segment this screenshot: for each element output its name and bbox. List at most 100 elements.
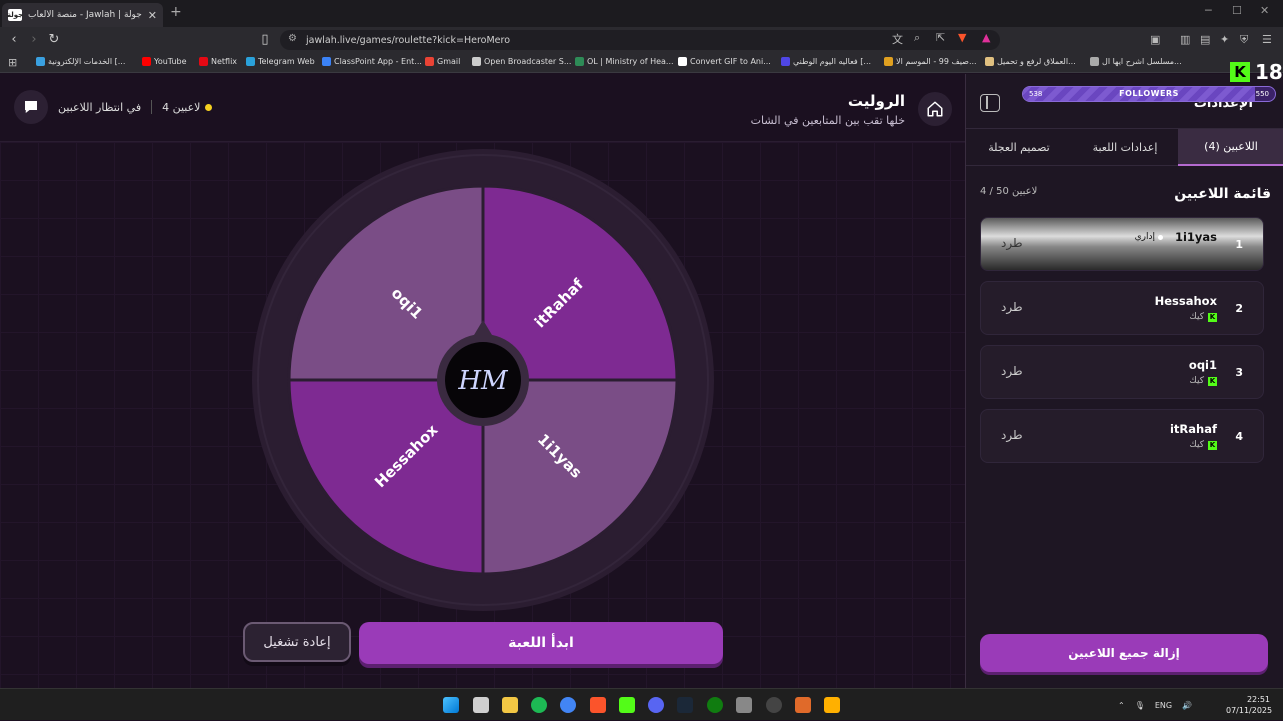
bookmark-label: فعاليه اليوم الوطني [... [793, 57, 872, 66]
bookmark-favicon-icon [575, 57, 584, 66]
bookmark-label: مسلسل اشرح ايها ال... [1102, 57, 1182, 66]
bookmark-label: YouTube [154, 57, 187, 66]
bookmark-label: Telegram Web [258, 57, 315, 66]
bookmark-favicon-icon [884, 57, 893, 66]
bookmark-item[interactable]: مسلسل اشرح ايها ال... [1090, 57, 1182, 66]
bookmark-item[interactable]: YouTube [142, 57, 187, 66]
close-tab-icon[interactable]: ✕ [148, 9, 157, 22]
wallet-icon[interactable]: ▤ [1200, 33, 1210, 46]
microphone-icon[interactable]: 🎙 [1135, 701, 1145, 710]
tab-players[interactable]: اللاعبين (4) [1178, 129, 1283, 166]
app-icon[interactable] [795, 697, 811, 713]
kick-viewer-count: 18 [1255, 60, 1283, 84]
bookmark-item[interactable]: Convert GIF to Ani... [678, 57, 771, 66]
bookmark-item[interactable]: صيف 99 - الموسم الا... [884, 57, 977, 66]
settings-app-icon[interactable] [736, 697, 752, 713]
home-button[interactable] [918, 92, 952, 126]
discord-icon[interactable] [648, 697, 664, 713]
xbox-icon[interactable] [707, 697, 723, 713]
bookmark-favicon-icon [36, 57, 45, 66]
clock[interactable]: 22:51 07/11/2025 [1226, 694, 1272, 716]
obs-icon[interactable] [766, 697, 782, 713]
bookmark-item[interactable]: OL | Ministry of Hea... [575, 57, 674, 66]
bookmark-label: العملاق لرفع و تحميل... [997, 57, 1076, 66]
brave-rewards-icon[interactable]: ▲ [982, 31, 990, 44]
task-view-icon[interactable] [473, 697, 489, 713]
chrome-icon[interactable] [560, 697, 576, 713]
bookmark-favicon-icon [678, 57, 687, 66]
player-list-title: قائمة اللاعبين [1174, 186, 1271, 202]
chevron-up-icon[interactable]: ⌃ [1118, 701, 1125, 710]
player-row: 1 1i1yas إداري طرد [980, 217, 1264, 271]
volume-icon[interactable]: 🔊 [1182, 701, 1192, 710]
kick-button[interactable]: طرد [1001, 300, 1023, 314]
chat-icon[interactable] [14, 90, 48, 124]
brave-shields-icon[interactable]: ▼ [958, 31, 966, 44]
bookmark-item[interactable]: العملاق لرفع و تحميل... [985, 57, 1076, 66]
language-indicator[interactable]: ENG [1155, 701, 1172, 710]
player-count: 4 لاعبين [162, 101, 213, 114]
tab-strip: جولة جولة | Jawlah - منصة الألعاب التفا.… [0, 0, 1283, 27]
bookmark-page-icon[interactable]: ▯ [257, 32, 273, 47]
player-number: 2 [1235, 302, 1243, 315]
reload-icon[interactable]: ↻ [46, 32, 62, 47]
kick-button[interactable]: طرد [1001, 428, 1023, 442]
tab-game-settings[interactable]: إعدادات اللعبة [1072, 129, 1178, 166]
steam-icon[interactable] [677, 697, 693, 713]
site-info-icon[interactable]: ⚙ [288, 33, 297, 44]
restart-button[interactable]: إعادة تشغيل [243, 622, 351, 662]
minimize-icon[interactable]: ─ [1205, 4, 1212, 17]
maximize-icon[interactable]: ☐ [1232, 4, 1242, 17]
role-dot-icon [1158, 234, 1163, 240]
streamer-logo: HM [457, 366, 509, 396]
kick-logo-icon: K [1230, 62, 1250, 82]
bookmark-item[interactable]: فعاليه اليوم الوطني [... [781, 57, 871, 66]
bookmark-label: Open Broadcaster S... [484, 57, 572, 66]
settings-panel: الإعدادات اللاعبين (4) إعدادات اللعبة تص… [965, 74, 1283, 688]
close-window-icon[interactable]: ✕ [1260, 4, 1269, 17]
bookmark-item[interactable]: ClassPoint App - Ent... [322, 57, 422, 66]
platform-text: كيك [1189, 440, 1204, 450]
player-number: 4 [1235, 430, 1243, 443]
file-explorer-icon[interactable] [502, 697, 518, 713]
kick-button[interactable]: طرد [1001, 236, 1023, 250]
platform-label: كيك K [1189, 440, 1217, 450]
player-name: oqi1 [1188, 358, 1217, 372]
share-icon[interactable]: ⇱ [936, 31, 945, 44]
spotify-icon[interactable] [531, 697, 547, 713]
bookmark-item[interactable]: Netflix [199, 57, 237, 66]
new-tab-button[interactable]: + [170, 4, 182, 20]
kick-app-icon[interactable] [619, 697, 635, 713]
zoom-icon[interactable]: ⌕ [914, 31, 920, 45]
vpn-icon[interactable]: ⛨ [1240, 33, 1248, 47]
forward-icon[interactable]: › [26, 32, 42, 47]
bookmark-item[interactable]: Open Broadcaster S... [472, 57, 571, 66]
bookmark-label: OL | Ministry of Hea... [587, 57, 674, 66]
role-label: إداري [1134, 232, 1155, 242]
menu-icon[interactable]: ☰ [1262, 33, 1272, 46]
bookmarks-bar: ⊞ الخدمات الإلكترونية [... YouTube Netflix… [0, 53, 1283, 73]
apps-icon[interactable]: ⊞ [8, 56, 17, 69]
remove-all-players-button[interactable]: إزالة جميع اللاعبين [980, 634, 1268, 672]
player-row: 3 oqi1 كيك K طرد [980, 345, 1264, 399]
leo-ai-icon[interactable]: ✦ [1220, 33, 1229, 46]
player-name: 1i1yas [1174, 230, 1217, 244]
bookmark-item[interactable]: Telegram Web [246, 57, 315, 66]
browser-tab[interactable]: جولة جولة | Jawlah - منصة الألعاب التفا.… [2, 3, 163, 27]
back-icon[interactable]: ‹ [6, 32, 22, 47]
kick-button[interactable]: طرد [1001, 364, 1023, 378]
browser-window: جولة جولة | Jawlah - منصة الألعاب التفا.… [0, 0, 1283, 720]
reader-mode-icon[interactable]: ▣ [1150, 33, 1160, 46]
translate-icon[interactable]: 文 [892, 31, 903, 47]
bookmark-item[interactable]: Gmail [425, 57, 460, 66]
panel-tabs: اللاعبين (4) إعدادات اللعبة تصميم العجلة [966, 128, 1283, 166]
app-icon[interactable] [824, 697, 840, 713]
sidebar-toggle-icon[interactable]: ▥ [1180, 33, 1190, 46]
brave-icon[interactable] [590, 697, 606, 713]
start-game-button[interactable]: ابدأ اللعبة [359, 622, 723, 664]
tab-wheel-design[interactable]: تصميم العجلة [966, 129, 1072, 166]
collapse-panel-icon[interactable] [980, 94, 1000, 112]
bookmark-item[interactable]: الخدمات الإلكترونية [... [36, 57, 125, 66]
roulette-wheel[interactable]: oqi1 itRahaf 1i1yas Hessahox HM [252, 149, 714, 611]
windows-start-icon[interactable] [443, 697, 459, 713]
